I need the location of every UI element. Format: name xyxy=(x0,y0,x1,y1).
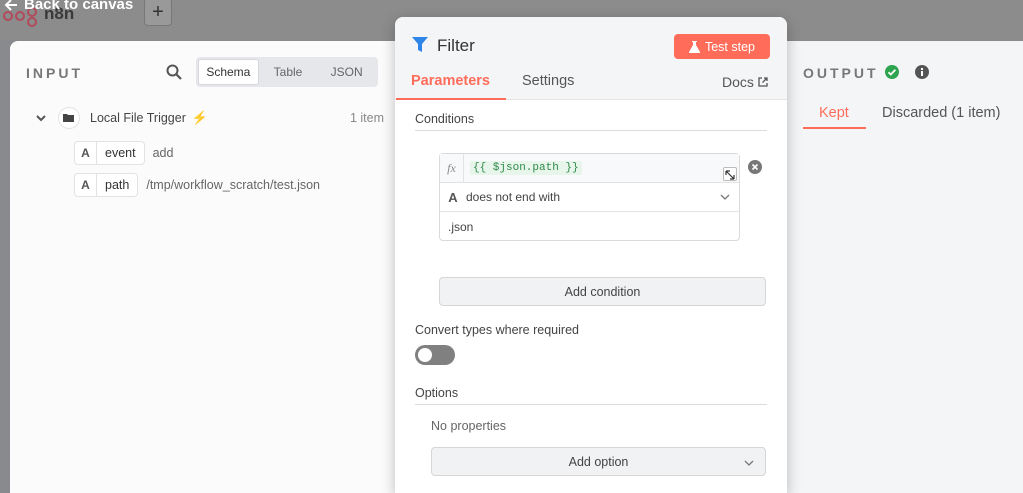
dialog-title: Filter xyxy=(437,36,475,55)
options-label: Options xyxy=(415,386,459,400)
divider xyxy=(415,404,767,405)
field-chip[interactable]: A event xyxy=(74,141,145,165)
operator-select[interactable]: A does not end with xyxy=(440,183,739,212)
output-tab-kept[interactable]: Kept xyxy=(819,105,849,121)
flask-icon xyxy=(688,40,700,53)
output-label: OUTPUT xyxy=(803,65,879,81)
docs-label: Docs xyxy=(722,74,754,90)
remove-condition-icon[interactable] xyxy=(748,160,762,174)
expand-editor-icon[interactable] xyxy=(723,167,737,181)
string-type-icon: A xyxy=(448,189,458,205)
chevron-down-icon[interactable] xyxy=(34,111,48,125)
convert-types-toggle[interactable] xyxy=(415,345,455,365)
test-step-button[interactable]: Test step xyxy=(674,34,770,59)
right-value-text: .json xyxy=(448,219,474,234)
field-name: path xyxy=(105,178,130,192)
field-value: add xyxy=(152,146,174,160)
schema-node-local-file-trigger: Local File Trigger ⚡ 1 item xyxy=(34,105,384,131)
external-link-icon xyxy=(758,77,768,87)
chevron-down-icon xyxy=(720,194,730,200)
input-view-switcher: Schema Table JSON xyxy=(196,57,378,87)
view-tab-table[interactable]: Table xyxy=(259,59,318,85)
test-step-label: Test step xyxy=(704,39,756,54)
toggle-knob xyxy=(418,348,432,362)
input-panel: INPUT Schema Table JSON Local File Trigg… xyxy=(10,41,400,493)
operator-label: does not end with xyxy=(466,190,561,204)
tab-indicator xyxy=(396,98,506,100)
back-to-canvas-link[interactable]: Back to canvas xyxy=(4,0,133,13)
docs-link[interactable]: Docs xyxy=(722,74,768,90)
field-name: event xyxy=(105,146,136,160)
output-tab-indicator xyxy=(803,127,866,129)
output-panel: OUTPUT Kept Discarded (1 item) xyxy=(787,41,1023,493)
chevron-down-icon xyxy=(744,460,754,466)
string-type-icon: A xyxy=(75,142,97,164)
filter-icon xyxy=(412,37,428,52)
add-option-button[interactable]: Add option xyxy=(431,447,766,476)
back-to-canvas-label: Back to canvas xyxy=(24,0,134,13)
search-icon[interactable] xyxy=(165,63,183,81)
trigger-bolt-icon: ⚡ xyxy=(191,110,209,125)
expression-fx-icon: fx xyxy=(440,154,464,182)
schema-field-event: A event add xyxy=(74,141,173,165)
schema-field-path: A path /tmp/workflow_scratch/test.json xyxy=(74,173,320,197)
tab-parameters[interactable]: Parameters xyxy=(411,73,490,89)
output-tab-discarded[interactable]: Discarded (1 item) xyxy=(882,105,1000,121)
no-properties-text: No properties xyxy=(431,419,507,433)
view-tab-json[interactable]: JSON xyxy=(317,59,376,85)
string-type-icon: A xyxy=(75,174,97,196)
right-value-input[interactable]: .json xyxy=(448,212,473,241)
add-option-label: Add option xyxy=(568,454,629,469)
field-value: /tmp/workflow_scratch/test.json xyxy=(146,178,321,192)
conditions-label: Conditions xyxy=(415,112,475,126)
item-count: 1 item xyxy=(349,111,384,125)
field-chip[interactable]: A path xyxy=(74,173,139,197)
filter-node-dialog: Filter Test step Parameters Settings Doc… xyxy=(395,17,787,493)
success-check-icon xyxy=(885,65,899,79)
divider xyxy=(415,130,767,131)
input-label: INPUT xyxy=(26,65,83,81)
arrow-left-icon xyxy=(4,0,17,11)
view-tab-schema[interactable]: Schema xyxy=(198,59,259,85)
node-name: Local File Trigger xyxy=(90,111,186,125)
condition-row: fx {{ $json.path }} A does not end with … xyxy=(439,153,740,241)
tab-settings[interactable]: Settings xyxy=(522,73,574,89)
convert-types-label: Convert types where required xyxy=(415,323,579,337)
info-icon[interactable] xyxy=(915,65,929,79)
left-value-expression: {{ $json.path }} xyxy=(470,161,582,175)
add-node-button[interactable]: + xyxy=(144,0,172,26)
dialog-header: Filter Test step Parameters Settings Doc… xyxy=(395,17,787,100)
add-condition-button[interactable]: Add condition xyxy=(439,277,766,306)
left-value-input[interactable]: fx {{ $json.path }} xyxy=(440,154,739,183)
folder-open-icon xyxy=(58,107,80,129)
